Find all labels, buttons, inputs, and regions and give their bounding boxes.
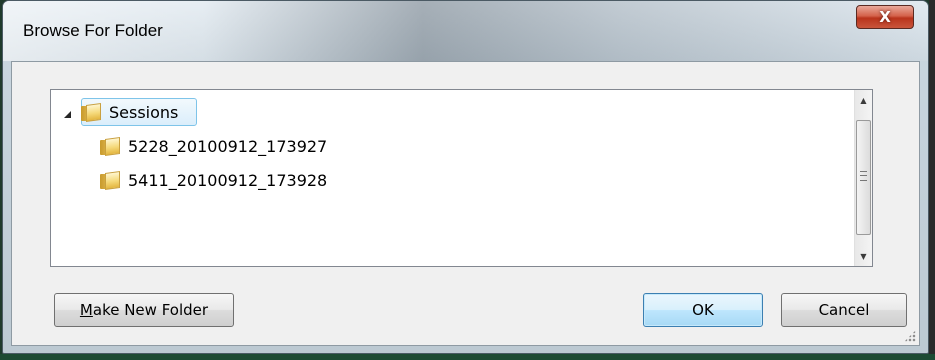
dialog-client-area: Sessions 5228_20100912_173927 5411_20100… — [11, 61, 920, 346]
make-new-folder-label: Make New Folder — [79, 301, 209, 319]
tree-node-label: 5411_20100912_173928 — [128, 170, 328, 190]
scrollbar-grip-icon — [860, 171, 867, 181]
tree-node-label: 5228_20100912_173927 — [128, 136, 328, 156]
title-bar[interactable]: Browse For Folder X — [3, 1, 928, 61]
close-icon: X — [879, 8, 891, 26]
folder-tree-view[interactable]: Sessions 5228_20100912_173927 5411_20100… — [50, 89, 873, 267]
folder-icon — [81, 102, 101, 122]
ok-button[interactable]: OK — [643, 293, 763, 327]
scrollbar-thumb[interactable] — [856, 120, 871, 235]
folder-icon — [100, 136, 120, 156]
desktop-background-bottom — [0, 354, 935, 360]
tree-node-label: Sessions — [109, 102, 179, 122]
resize-grip-icon[interactable] — [904, 330, 916, 342]
close-button[interactable]: X — [856, 5, 914, 29]
browse-for-folder-dialog: Browse For Folder X Sessions 5228_201009… — [2, 0, 929, 354]
tree-node-sessions[interactable]: Sessions — [81, 99, 178, 125]
vertical-scrollbar[interactable]: ▲ ▼ — [854, 90, 872, 266]
folder-icon — [100, 170, 120, 190]
scroll-up-arrow-icon[interactable]: ▲ — [855, 90, 872, 110]
tree-node-5411[interactable]: 5411_20100912_173928 — [100, 167, 327, 193]
tree-node-5228[interactable]: 5228_20100912_173927 — [100, 133, 327, 159]
collapse-arrow-icon[interactable] — [63, 110, 73, 120]
scroll-down-arrow-icon[interactable]: ▼ — [855, 246, 872, 266]
cancel-button-label: Cancel — [818, 301, 870, 319]
make-new-folder-button[interactable]: Make New Folder — [54, 293, 234, 327]
ok-button-label: OK — [692, 301, 714, 319]
window-title: Browse For Folder — [23, 21, 163, 40]
cancel-button[interactable]: Cancel — [781, 293, 907, 327]
desktop-background — [929, 0, 935, 360]
